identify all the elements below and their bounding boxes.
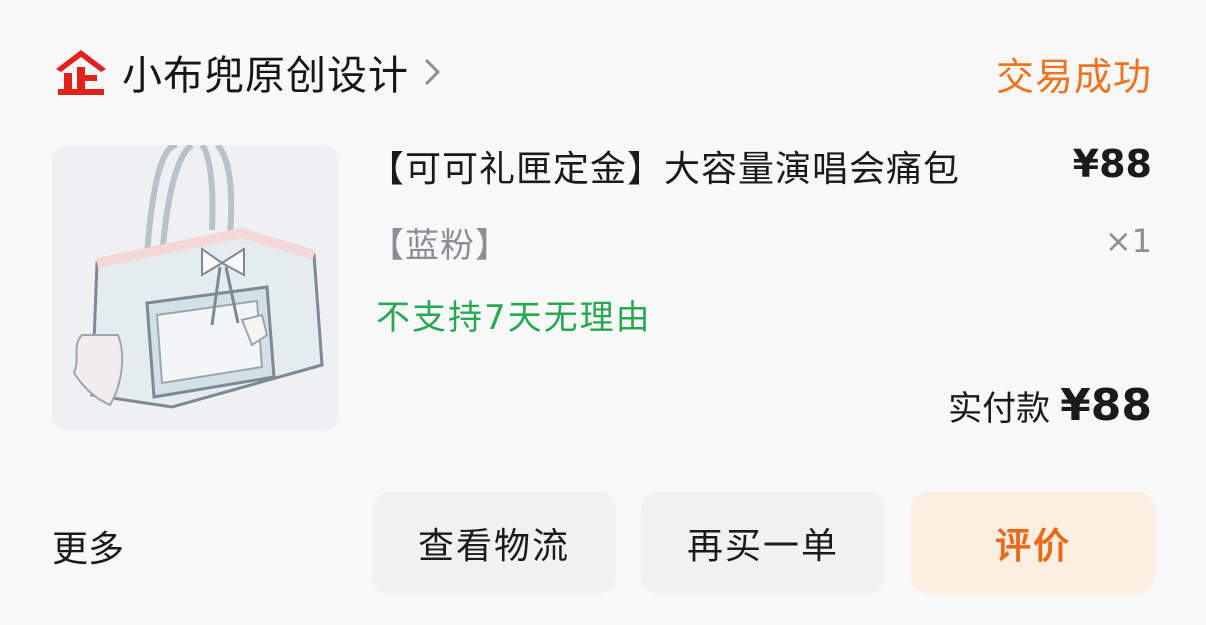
product-spec: 【蓝粉】 (370, 226, 510, 266)
buy-again-button[interactable]: 再买一单 (641, 492, 885, 594)
shop-name: 小布兜原创设计 (122, 53, 409, 99)
more-button[interactable]: 更多 (52, 520, 124, 572)
product-title[interactable]: 【可可礼匣定金】大容量演唱会痛包 (368, 140, 960, 192)
order-status: 交易成功 (995, 55, 1152, 99)
paid-amount: ¥88 (1060, 380, 1152, 431)
review-button[interactable]: 评价 (911, 492, 1155, 594)
tmall-enterprise-icon (56, 50, 106, 95)
order-card: 小布兜原创设计 交易成功 【可可礼匣定金】大容量演唱会痛包 ¥88 【蓝粉】 ×… (0, 0, 1206, 625)
product-quantity: ×1 (1104, 222, 1152, 260)
chevron-right-icon (425, 59, 440, 85)
shop-link[interactable]: 小布兜原创设计 (52, 44, 443, 100)
view-logistics-button[interactable]: 查看物流 (372, 492, 616, 594)
paid-amount-row: 实付款 ¥88 (948, 380, 1152, 431)
return-policy-tag: 不支持7天无理由 (376, 298, 652, 338)
paid-label: 实付款 (948, 389, 1051, 429)
product-image[interactable] (52, 145, 338, 431)
handbag-product-image (52, 145, 338, 431)
product-price: ¥88 (1072, 142, 1152, 186)
